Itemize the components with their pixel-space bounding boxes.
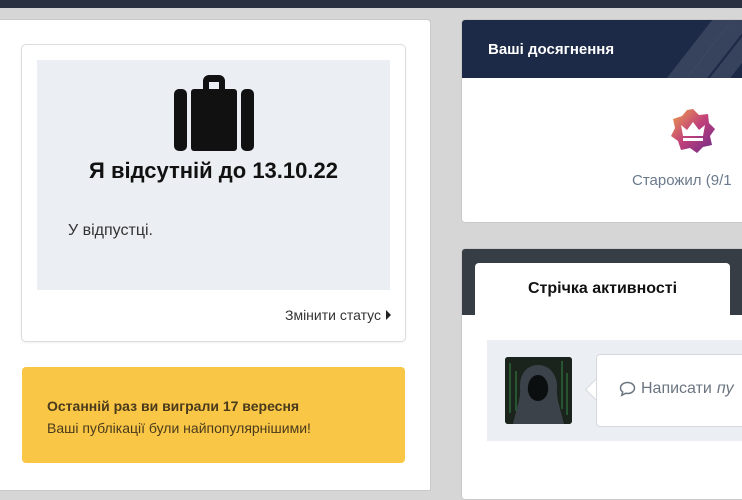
composer-suffix: пу (716, 380, 734, 397)
achievements-card: Ваші досягнення Старожил (9/1 (461, 19, 742, 223)
activity-header: Стрічка активності (462, 249, 742, 315)
speech-bubble-icon (619, 381, 636, 397)
change-status-link[interactable]: Змінити статус (285, 307, 391, 323)
crown-badge-icon[interactable] (670, 108, 716, 154)
activity-card: Стрічка активності Написати пу (461, 248, 742, 500)
win-banner: Останній раз ви виграли 17 вересня Ваші … (22, 367, 405, 463)
caret-right-icon (386, 310, 391, 320)
tab-activity-stream[interactable]: Стрічка активності (475, 263, 730, 315)
composer-placeholder: Написати пу (619, 380, 734, 398)
away-title: Я відсутній до 13.10.22 (89, 158, 338, 183)
activity-composer-area: Написати пу (487, 340, 742, 441)
rank-label: Старожил (9/1 (632, 172, 732, 189)
away-status-card: Я відсутній до 13.10.22 У відпустці. Змі… (21, 44, 406, 342)
away-status-body: Я відсутній до 13.10.22 У відпустці. (37, 60, 390, 290)
change-status-label: Змінити статус (284, 307, 381, 323)
status-composer[interactable]: Написати пу (596, 354, 742, 427)
composer-prefix: Написати (641, 380, 712, 397)
top-bar (0, 0, 742, 8)
achievements-header: Ваші досягнення (462, 20, 742, 78)
win-subtitle: Ваші публікації були найпопулярнішими! (47, 420, 311, 436)
achievements-title: Ваші досягнення (488, 41, 615, 58)
away-note: У відпустці. (68, 222, 153, 239)
suitcase-icon (174, 75, 254, 151)
avatar[interactable] (505, 357, 572, 424)
win-title: Останній раз ви виграли 17 вересня (47, 398, 300, 414)
